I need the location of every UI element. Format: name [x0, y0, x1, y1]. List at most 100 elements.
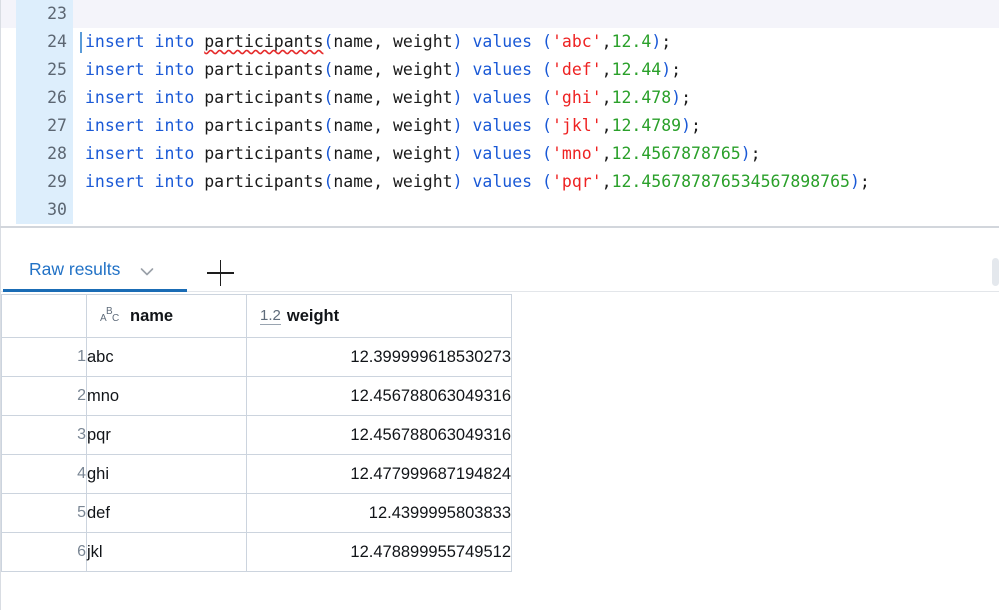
line-number: 23 — [16, 0, 73, 28]
code-lines-container[interactable]: 23 24 insert into participants(name, weigh… — [1, 0, 999, 224]
code-line[interactable]: 26 insert into participants(name, weight)… — [1, 84, 999, 112]
code-token: ; — [859, 172, 870, 191]
row-number: 3 — [1, 415, 87, 455]
column-header-name-label: name — [130, 306, 174, 325]
code-token: name, weight — [333, 60, 453, 79]
column-header-name[interactable]: ABC name — [86, 294, 247, 338]
code-token: name, weight — [333, 116, 453, 135]
unknown-identifier-squiggle: participants — [204, 32, 324, 51]
code-token: insert into — [85, 116, 205, 135]
code-token: ( — [323, 172, 334, 191]
code-line[interactable]: 23 — [1, 0, 999, 28]
code-token: 'mno' — [551, 144, 602, 163]
results-vertical-scrollbar[interactable] — [992, 258, 999, 286]
tab-raw-results[interactable]: Raw results — [3, 228, 187, 292]
code-token: ( — [542, 88, 552, 107]
code-line[interactable]: 25 insert into participants(name, weight)… — [1, 56, 999, 84]
code-token: values — [462, 60, 543, 79]
code-token: name, weight — [333, 144, 453, 163]
code-token: ) — [661, 60, 672, 79]
code-token: 'ghi' — [551, 88, 602, 107]
chevron-down-icon[interactable] — [140, 264, 154, 276]
code-token: ) — [849, 172, 860, 191]
table-row[interactable]: 3 pqr 12.456788063049316 — [1, 415, 512, 455]
cell-weight[interactable]: 12.456788063049316 — [246, 376, 512, 416]
code-token: ( — [542, 116, 552, 135]
cell-name[interactable]: pqr — [86, 415, 247, 455]
cell-weight[interactable]: 12.399999618530273 — [246, 337, 512, 377]
code-token: ) — [452, 32, 463, 51]
tab-raw-results-label: Raw results — [29, 259, 121, 279]
sql-code-editor[interactable]: 23 24 insert into participants(name, weigh… — [0, 0, 999, 226]
code-token: 'pqr' — [551, 172, 602, 191]
table-header-row: ABC name 1.2 weight — [1, 294, 512, 338]
cell-weight[interactable]: 12.4399995803833 — [246, 493, 512, 533]
code-token: insert into — [85, 144, 205, 163]
cell-weight[interactable]: 12.456788063049316 — [246, 415, 512, 455]
results-panel: Raw results ABC name 1.2 weight 1 abc 12… — [0, 228, 999, 610]
code-text: insert into participants(name, weight) v… — [85, 168, 870, 196]
code-token: , — [601, 88, 612, 107]
code-token: values — [462, 88, 543, 107]
code-token: ) — [740, 144, 751, 163]
code-line[interactable]: 29 insert into participants(name, weight)… — [1, 168, 999, 196]
column-header-rownum[interactable] — [1, 294, 87, 338]
row-number: 1 — [1, 337, 87, 377]
code-token: 'abc' — [551, 32, 602, 51]
code-text: insert into participants(name, weight) v… — [85, 56, 681, 84]
code-token: insert into — [85, 60, 205, 79]
table-row[interactable]: 1 abc 12.399999618530273 — [1, 337, 512, 377]
cell-name[interactable]: mno — [86, 376, 247, 416]
code-token: ( — [323, 116, 334, 135]
line-number: 25 — [16, 56, 73, 84]
code-token: participants — [204, 88, 324, 107]
code-token: participants — [204, 116, 324, 135]
plus-icon[interactable] — [207, 260, 235, 288]
code-token: , — [601, 32, 612, 51]
code-token: , — [601, 116, 612, 135]
code-token: ( — [542, 60, 552, 79]
cell-name[interactable]: ghi — [86, 454, 247, 494]
result-table-body: 1 abc 12.399999618530273 2 mno 12.45678806304… — [1, 337, 512, 572]
code-token: ( — [542, 172, 552, 191]
code-token: ) — [671, 88, 682, 107]
number-type-icon: 1.2 — [260, 306, 281, 325]
table-row[interactable]: 2 mno 12.456788063049316 — [1, 376, 512, 416]
cell-name[interactable]: abc — [86, 337, 247, 377]
tab-active-indicator — [3, 289, 187, 292]
code-token: 12.4567878765 — [611, 144, 741, 163]
code-token: ; — [750, 144, 761, 163]
code-token: ( — [323, 60, 334, 79]
code-token: ( — [542, 32, 552, 51]
table-row[interactable]: 6 jkl 12.478899955749512 — [1, 532, 512, 572]
code-token: 12.478 — [611, 88, 672, 107]
code-token: values — [462, 32, 543, 51]
code-token: ; — [691, 116, 701, 135]
code-text: insert into participants(name, weight) v… — [85, 28, 671, 56]
code-token: ) — [651, 32, 662, 51]
column-header-weight-label: weight — [286, 306, 340, 325]
code-token: ) — [452, 88, 463, 107]
code-token: 'def' — [551, 60, 602, 79]
cell-weight[interactable]: 12.477999687194824 — [246, 454, 512, 494]
abc-text-type-icon: ABC — [100, 306, 120, 324]
code-token: ) — [681, 116, 692, 135]
code-line[interactable]: 28 insert into participants(name, weight)… — [1, 140, 999, 168]
code-token: ( — [323, 32, 334, 51]
code-token: 12.4789 — [611, 116, 682, 135]
code-token: participants — [204, 60, 324, 79]
table-row[interactable]: 4 ghi 12.477999687194824 — [1, 454, 512, 494]
cell-name[interactable]: jkl — [86, 532, 247, 572]
table-row[interactable]: 5 def 12.4399995803833 — [1, 493, 512, 533]
code-line[interactable]: 24 insert into participants(name, weight)… — [1, 28, 999, 56]
row-number: 5 — [1, 493, 87, 533]
code-line[interactable]: 27 insert into participants(name, weight)… — [1, 112, 999, 140]
cell-weight[interactable]: 12.478899955749512 — [246, 532, 512, 572]
cell-name[interactable]: def — [86, 493, 247, 533]
code-line[interactable]: 30 — [1, 196, 999, 224]
column-header-weight[interactable]: 1.2 weight — [246, 294, 512, 338]
code-token: participants — [204, 172, 324, 191]
code-token: 'jkl' — [551, 116, 602, 135]
code-token: values — [462, 116, 543, 135]
code-token: values — [462, 172, 543, 191]
